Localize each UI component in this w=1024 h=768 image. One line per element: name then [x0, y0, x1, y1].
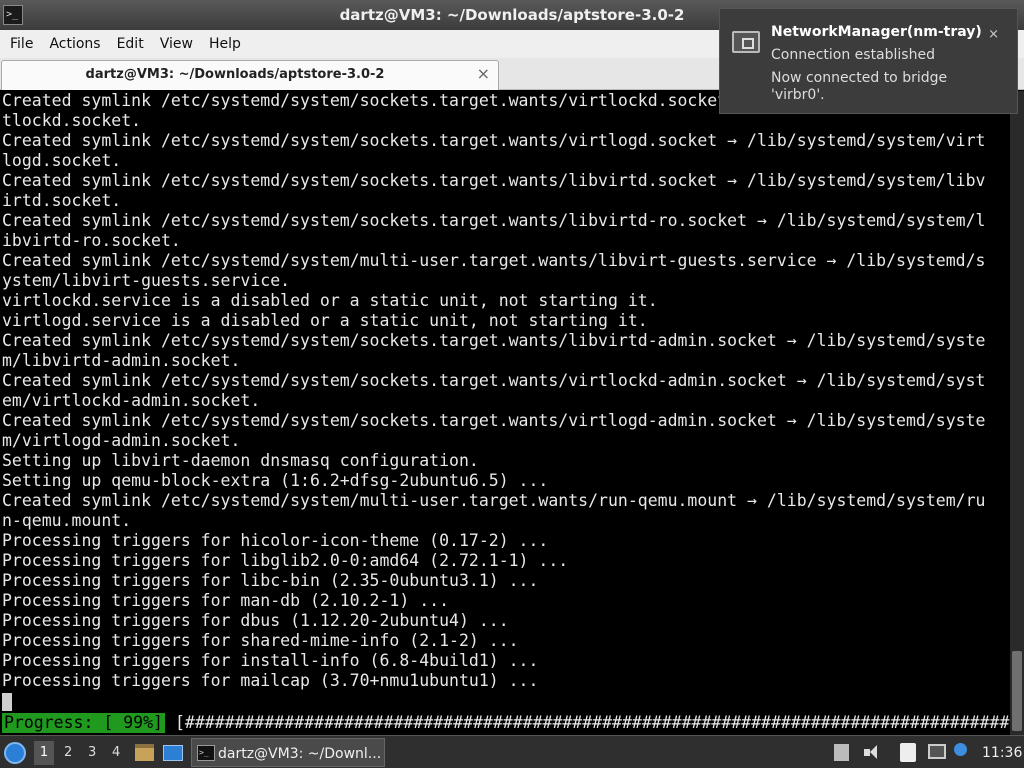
terminal-line: Created symlink /etc/systemd/system/sock… — [2, 131, 986, 150]
terminal-line: Setting up qemu-block-extra (1:6.2+dfsg-… — [2, 471, 549, 490]
removable-media-icon[interactable] — [834, 744, 849, 761]
notification-title: NetworkManager(nm-tray) — [771, 24, 982, 40]
close-icon[interactable]: × — [988, 27, 999, 42]
terminal-line: Processing triggers for libc-bin (2.35-0… — [2, 571, 539, 590]
terminal-line: Processing triggers for hicolor-icon-the… — [2, 531, 549, 550]
clock[interactable]: 11:36 — [982, 745, 1022, 761]
taskbar-terminal-button[interactable]: >_ dartz@VM3: ~/Downl... — [191, 738, 385, 767]
terminal-line: Setting up libvirt-daemon dnsmasq config… — [2, 451, 479, 470]
scrollbar-thumb[interactable] — [1012, 651, 1022, 731]
terminal-line: Created symlink /etc/systemd/system/sock… — [2, 171, 986, 190]
workspace-1[interactable]: 1 — [34, 741, 54, 765]
menu-edit[interactable]: Edit — [110, 36, 151, 52]
menu-help[interactable]: Help — [202, 36, 248, 52]
terminal-line: virtlogd.service is a disabled or a stat… — [2, 311, 648, 330]
workspace-3[interactable]: 3 — [88, 745, 96, 760]
volume-icon[interactable] — [864, 745, 880, 760]
terminal-scrollbar[interactable] — [1010, 91, 1024, 735]
terminal-cursor — [2, 693, 12, 711]
terminal-line: Created symlink /etc/systemd/system/mult… — [2, 251, 986, 270]
menu-actions[interactable]: Actions — [42, 36, 107, 52]
terminal-line: m/libvirtd-admin.socket. — [2, 351, 241, 370]
terminal-line: Processing triggers for libglib2.0-0:amd… — [2, 551, 569, 570]
progress-row: Progress: [ 99%] [######################… — [2, 713, 1024, 733]
terminal-line: logd.socket. — [2, 151, 122, 170]
terminal-line: m/virtlogd-admin.socket. — [2, 431, 241, 450]
info-icon[interactable] — [954, 743, 967, 756]
terminal-line: ystem/libvirt-guests.service. — [2, 271, 291, 290]
terminal-line: Processing triggers for man-db (2.10.2-1… — [2, 591, 450, 610]
terminal-line: Created symlink /etc/systemd/system/sock… — [2, 211, 986, 230]
clipboard-icon[interactable] — [900, 743, 916, 762]
terminal-lines: Created symlink /etc/systemd/system/sock… — [2, 91, 1008, 691]
menu-file[interactable]: File — [3, 36, 40, 52]
network-icon — [732, 31, 760, 53]
workspace-4[interactable]: 4 — [112, 745, 120, 760]
taskbar: 1 2 3 4 >_ dartz@VM3: ~/Downl... 11:36 — [0, 735, 1024, 768]
terminal-line: irtd.socket. — [2, 191, 122, 210]
terminal-line: Processing triggers for install-info (6.… — [2, 651, 539, 670]
terminal-line: Created symlink /etc/systemd/system/sock… — [2, 411, 986, 430]
task-label: dartz@VM3: ~/Downl... — [218, 746, 382, 762]
progress-bar: [#######################################… — [174, 713, 1024, 732]
terminal-line: Created symlink /etc/systemd/system/sock… — [2, 331, 986, 350]
terminal-line: virtlockd.service is a disabled or a sta… — [2, 291, 658, 310]
terminal-line: em/virtlockd-admin.socket. — [2, 391, 261, 410]
notification-popup[interactable]: NetworkManager(nm-tray) Connection estab… — [719, 8, 1018, 114]
terminal-line: ibvirtd-ro.socket. — [2, 231, 181, 250]
terminal-line: Created symlink /etc/systemd/system/sock… — [2, 371, 986, 390]
tab-label: dartz@VM3: ~/Downloads/aptstore-3.0-2 — [85, 67, 385, 82]
show-desktop-icon[interactable] — [163, 745, 183, 761]
close-icon[interactable]: × — [477, 64, 490, 83]
terminal-line: Processing triggers for mailcap (3.70+nm… — [2, 671, 539, 690]
workspace-2[interactable]: 2 — [64, 745, 72, 760]
terminal-line: Processing triggers for shared-mime-info… — [2, 631, 519, 650]
menu-view[interactable]: View — [153, 36, 200, 52]
terminal-icon: >_ — [197, 745, 215, 761]
terminal-line: n-qemu.mount. — [2, 511, 132, 530]
terminal-line: Processing triggers for dbus (1.12.20-2u… — [2, 611, 509, 630]
network-icon[interactable] — [928, 744, 946, 759]
terminal-output[interactable]: Created symlink /etc/systemd/system/sock… — [0, 91, 1024, 735]
terminal-line: Created symlink /etc/systemd/system/mult… — [2, 491, 986, 510]
notification-message: Connection established — [771, 47, 935, 63]
progress-label: Progress: [ 99%] — [2, 713, 165, 733]
tab-terminal[interactable]: dartz@VM3: ~/Downloads/aptstore-3.0-2 × — [1, 60, 499, 90]
file-manager-icon[interactable] — [135, 744, 154, 761]
start-menu-icon[interactable] — [4, 742, 26, 764]
terminal-line: tlockd.socket. — [2, 111, 142, 130]
notification-detail: Now connected to bridge 'virbr0'. — [771, 70, 948, 103]
